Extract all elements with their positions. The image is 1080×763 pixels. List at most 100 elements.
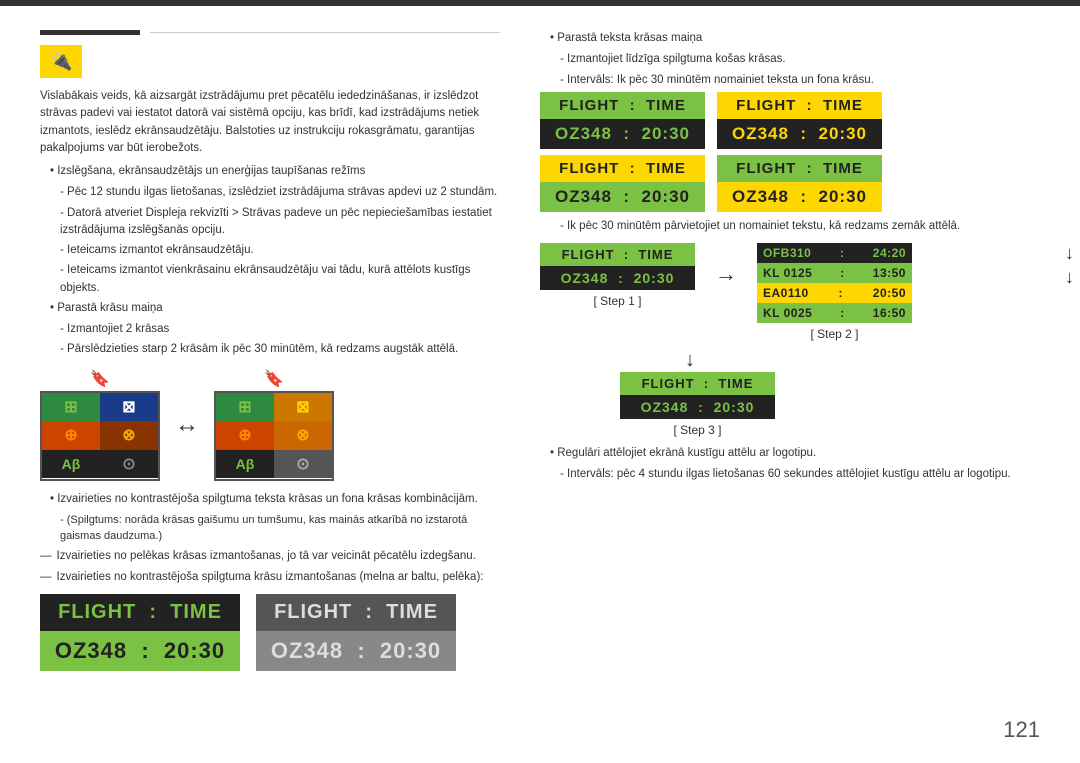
right-bullet-1: Parastā teksta krāsas maiņa (550, 30, 1040, 47)
bullet-item-3: Izvairieties no kontrastējoša spilgtuma … (50, 491, 500, 508)
large-widgets-row: FLIGHT : TIME OZ348 : 20:30 FLIGHT : TIM… (40, 594, 500, 671)
page-number: 121 (1003, 717, 1040, 743)
grid-cell-r6: ⊙ (274, 450, 332, 479)
grid-box-left: ⊞ ⊠ ⊕ ⊗ Aβ ⊙ (40, 391, 160, 481)
step2-row3: EA0110 : 20:50 (757, 283, 912, 303)
step2-sep1: : (840, 246, 845, 260)
right-dash-2: Intervāls: Ik pēc 30 minūtēm nomainiet t… (560, 72, 1040, 89)
right-dash-3: Intervāls: pēc 4 stundu ilgas lietošanas… (560, 466, 1040, 483)
grid-cell-3: ⊕ (42, 421, 100, 450)
paren-item-1: (Spilgtums: norāda krāsas gaišumu un tum… (60, 512, 500, 545)
steps-section: FLIGHT : TIME OZ348 : 20:30 [ Step 1 ] →… (540, 243, 1040, 341)
bullet-item-2: Parastā krāsu maiņa (50, 300, 500, 317)
dash-item-2: Datorā atveriet Displeja rekvizīti > Str… (60, 205, 500, 240)
step-arrow-right-icon: → (715, 261, 737, 287)
flight-widget-r3-header: FLIGHT : TIME (540, 155, 705, 182)
step2-val4: 16:50 (873, 306, 906, 320)
large-widget1-header: FLIGHT : TIME (40, 594, 240, 631)
large-widget2-header: FLIGHT : TIME (256, 594, 456, 631)
bookmark-icon-right: 🔖 (264, 369, 284, 389)
step2-val2: 13:50 (873, 266, 906, 280)
grid-cell-1: ⊞ (42, 393, 100, 422)
step3-section: ↓ FLIGHT : TIME OZ348 : 20:30 [ Step 3 ] (540, 349, 1040, 437)
step1-widget: FLIGHT : TIME OZ348 : 20:30 (540, 243, 695, 290)
double-arrow-icon-2: ↓ (1065, 267, 1074, 288)
right-dash-1: Izmantojiet līdzīga spilgtuma košas krās… (560, 51, 1040, 68)
right-column: Parastā teksta krāsas maiņa Izmantojiet … (530, 30, 1040, 743)
step2-text3: EA0110 (763, 286, 809, 300)
step2-sep2: : (840, 266, 845, 280)
step2-block: OFB310 : 24:20 KL 0125 : 13:50 EA0110 : … (757, 243, 912, 341)
step2-text2: KL 0125 (763, 266, 812, 280)
grid-cell-6: ⊙ (100, 450, 158, 479)
flight-widget-r1-body: OZ348 : 20:30 (540, 119, 705, 149)
color-swap-demo: 🔖 ⊞ ⊠ ⊕ ⊗ Aβ ⊙ ↔ 🔖 ⊞ ⊠ ⊕ ⊗ Aβ (40, 369, 500, 481)
step2-row1: OFB310 : 24:20 (757, 243, 912, 263)
flight-widget-r1: FLIGHT : TIME OZ348 : 20:30 (540, 92, 705, 149)
large-widget1-body: OZ348 : 20:30 (40, 631, 240, 671)
step1-label: [ Step 1 ] (593, 294, 641, 308)
step2-text4: KL 0025 (763, 306, 812, 320)
dash-item-3: Ieteicams izmantot ekrānsaudzētāju. (60, 242, 500, 259)
section-bar-light (150, 32, 500, 33)
flight-widget-r4: FLIGHT : TIME OZ348 : 20:30 (717, 155, 882, 212)
plug-icon: 🔌 (50, 51, 72, 71)
large-flight-widget-1: FLIGHT : TIME OZ348 : 20:30 (40, 594, 240, 671)
emdash-item-1: Izvairieties no pelēkas krāsas izmantoša… (40, 548, 500, 565)
step1-header: FLIGHT : TIME (540, 243, 695, 266)
step3-arrow-icon: ↓ (685, 349, 695, 372)
step1-body: OZ348 : 20:30 (540, 266, 695, 290)
grid-cell-2: ⊠ (100, 393, 158, 422)
step2-row2: KL 0125 : 13:50 (757, 263, 912, 283)
bookmark-icon-left: 🔖 (90, 369, 110, 389)
right-bullet-2: Regulāri attēlojiet ekrānā kustīgu attēl… (550, 445, 1040, 462)
grid-cell-4: ⊗ (100, 421, 158, 450)
step-desc: Ik pēc 30 minūtēm pārvietojiet un nomain… (560, 218, 1040, 235)
bullet-item-1: Izslēgšana, ekrānsaudzētājs un enerģijas… (50, 163, 500, 180)
top-decorative-bar (0, 0, 1080, 6)
emdash-text-2: Izvairieties no kontrastējoša spilgtuma … (57, 569, 484, 586)
flight-widget-r3: FLIGHT : TIME OZ348 : 20:30 (540, 155, 705, 212)
flight-widget-r3-body: OZ348 : 20:30 (540, 182, 705, 212)
large-widget2-body: OZ348 : 20:30 (256, 631, 456, 671)
grid-cell-r3: ⊕ (216, 421, 274, 450)
dash-item-5: Izmantojiet 2 krāsas (60, 321, 500, 338)
flight-widget-r4-header: FLIGHT : TIME (717, 155, 882, 182)
flight-widget-r2-body: OZ348 : 20:30 (717, 119, 882, 149)
emdash-item-2: Izvairieties no kontrastējoša spilgtuma … (40, 569, 500, 586)
step2-val1: 24:20 (873, 246, 906, 260)
dash-item-4: Ieteicams izmantot vienkrāsainu ekrānsau… (60, 262, 500, 297)
step3-label: [ Step 3 ] (620, 423, 775, 437)
dash-item-6: Pārslēdzieties starp 2 krāsām ik pēc 30 … (60, 341, 500, 358)
step3-body: OZ348 : 20:30 (620, 395, 775, 419)
flight-widget-r2: FLIGHT : TIME OZ348 : 20:30 (717, 92, 882, 149)
step2-row4: KL 0025 : 16:50 (757, 303, 912, 323)
step2-widget: OFB310 : 24:20 KL 0125 : 13:50 EA0110 : … (757, 243, 912, 323)
large-flight-widget-2: FLIGHT : TIME OZ348 : 20:30 (256, 594, 456, 671)
emdash-text-1: Izvairieties no pelēkas krāsas izmantoša… (57, 548, 476, 565)
left-column: 🔌 Vislabākais veids, kā aizsargāt izstrā… (40, 30, 530, 743)
flight-widget-r4-body: OZ348 : 20:30 (717, 182, 882, 212)
grid-cell-r5: Aβ (216, 450, 274, 479)
step2-label: [ Step 2 ] (810, 327, 858, 341)
dash-item-1: Pēc 12 stundu ilgas lietošanas, izslēdzi… (60, 184, 500, 201)
swap-arrow-icon: ↔ (175, 411, 199, 439)
section-icon-box: 🔌 (40, 45, 82, 78)
grid-cell-5: Aβ (42, 450, 100, 479)
flight-widget-r1-header: FLIGHT : TIME (540, 92, 705, 119)
step3-widget: FLIGHT : TIME OZ348 : 20:30 [ Step 3 ] (620, 372, 775, 437)
step2-sep4: : (840, 306, 845, 320)
right-widgets-row1: FLIGHT : TIME OZ348 : 20:30 FLIGHT : TIM… (540, 92, 1040, 149)
grid-cell-r2: ⊠ (274, 393, 332, 422)
section-header (40, 30, 500, 35)
grid-cell-r1: ⊞ (216, 393, 274, 422)
section-bar-dark (40, 30, 140, 35)
grid-box-right: ⊞ ⊠ ⊕ ⊗ Aβ ⊙ (214, 391, 334, 481)
right-widgets-row2: FLIGHT : TIME OZ348 : 20:30 FLIGHT : TIM… (540, 155, 1040, 212)
double-arrow-icon-1: ↓ (1065, 243, 1074, 264)
step2-text1: OFB310 (763, 246, 811, 260)
step1-block: FLIGHT : TIME OZ348 : 20:30 [ Step 1 ] (540, 243, 695, 308)
grid-cell-r4: ⊗ (274, 421, 332, 450)
step2-val3: 20:50 (873, 286, 906, 300)
intro-text: Vislabākais veids, kā aizsargāt izstrādā… (40, 88, 500, 157)
